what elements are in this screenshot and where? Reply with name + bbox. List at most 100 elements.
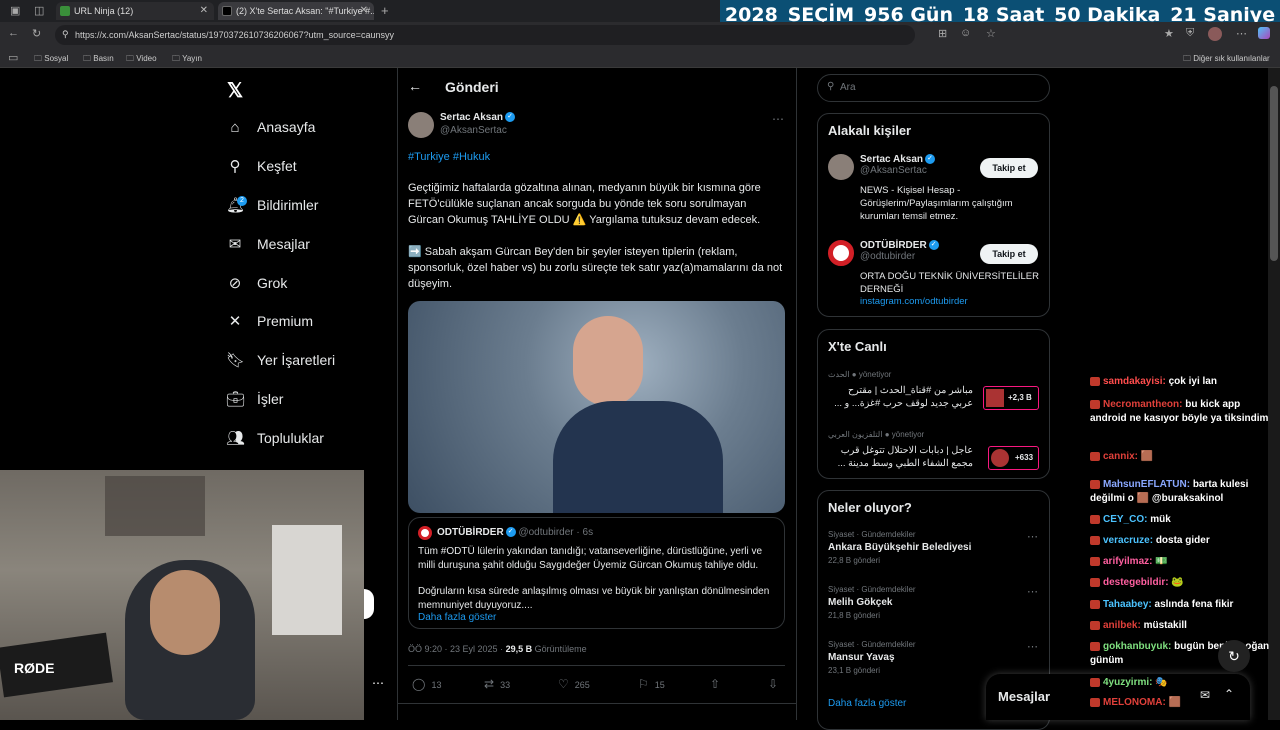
extension-icon[interactable]: ⊞ (938, 27, 947, 40)
tab-x-post[interactable]: (2) X'te Sertac Aksan: "#Turkiye #... ✕ (218, 2, 374, 20)
bookmark-folder-sosyal[interactable]: 🗀 Sosyal (34, 53, 68, 67)
trend-more-icon[interactable]: ⋯ (1027, 585, 1038, 598)
chat-username[interactable]: CEY_CO: (1103, 514, 1147, 525)
close-tab-icon[interactable]: ✕ (200, 5, 208, 16)
chat-username[interactable]: arifyilmaz: (1103, 556, 1152, 567)
bookmark-folder-yayin[interactable]: 🗀 Yayın (172, 53, 202, 67)
trend-more-icon[interactable]: ⋯ (1027, 640, 1038, 653)
chat-username[interactable]: MahsunEFLATUN: (1103, 479, 1190, 490)
chat-username[interactable]: Necromantheon: (1103, 399, 1182, 410)
more-menu-icon[interactable]: ⋯ (1236, 27, 1247, 40)
wall-frames (105, 476, 205, 536)
workspaces-icon[interactable]: ▣ (10, 4, 20, 17)
live-text-2[interactable]: عاجل | دبابات الاحتلال تتوغل قرب مجمع ال… (828, 444, 973, 470)
nav-jobs[interactable]: 💼︎ İşler (226, 387, 283, 411)
scrollbar-thumb[interactable] (1270, 86, 1278, 261)
sidebar-toggle[interactable] (364, 589, 374, 619)
other-bookmarks[interactable]: 🗀 Diğer sık kullanılanlar (1183, 53, 1270, 67)
bookmark-icon: ⚐ (638, 677, 649, 691)
url-field[interactable]: ⚲ https://x.com/AksanSertac/status/19703… (55, 25, 915, 45)
chat-username[interactable]: cannix: (1103, 451, 1138, 462)
nav-premium[interactable]: ✕ Premium (226, 309, 313, 333)
bookmark-folder-video[interactable]: 🗀 Video (126, 53, 157, 67)
chat-username[interactable]: 4yuzyirmi: (1103, 677, 1152, 688)
related-person-2[interactable]: ODTÜBİRDER ✓ @odtubirder (860, 240, 939, 262)
chat-username[interactable]: gokhanbuyuk: (1103, 641, 1171, 652)
bookmark-button[interactable]: ⚐ 15 (638, 677, 665, 691)
post-hashtags[interactable]: #Turkiye #Hukuk (408, 149, 490, 165)
follow-button[interactable]: Takip et (980, 244, 1038, 264)
nav-grok[interactable]: ⊘ Grok (226, 271, 288, 295)
chat-username[interactable]: samdakayisi: (1103, 376, 1166, 387)
trends-show-more[interactable]: Daha fazla göster (828, 698, 906, 709)
live-channel-1[interactable]: الحدث ● yönetiyor (828, 370, 891, 379)
trend-more-icon[interactable]: ⋯ (1027, 530, 1038, 543)
trend-item[interactable]: Siyaset · Gündemdekiler Ankara Büyükşehi… (828, 530, 1048, 565)
search-input[interactable]: ⚲ Ara (817, 74, 1050, 102)
search-icon: ⚲ (827, 81, 835, 92)
post-paragraph-1: Geçtiğimiz haftalarda gözaltına alınan, … (408, 182, 761, 226)
back-arrow-icon[interactable]: ← (408, 78, 422, 94)
related-avatar[interactable] (828, 240, 854, 266)
x-logo-icon[interactable]: 𝕏 (227, 78, 243, 103)
more-dots-icon[interactable]: ⋯ (372, 676, 384, 690)
download-button[interactable]: ⇩ (768, 677, 784, 691)
nav-home[interactable]: ⌂ Anasayfa (226, 115, 315, 139)
chat-username[interactable]: veracruze: (1103, 535, 1153, 546)
reader-icon[interactable]: ☺ (960, 27, 971, 39)
related-avatar[interactable] (828, 154, 854, 180)
live-count-2[interactable]: +633 (988, 446, 1039, 470)
chat-username[interactable]: anilbek: (1103, 620, 1141, 631)
profile-avatar[interactable] (1208, 27, 1222, 41)
chat-message: arifyilmaz: 💵 (1090, 555, 1270, 569)
related-link[interactable]: instagram.com/odtubirder (860, 296, 968, 307)
repost-button[interactable]: ⇄ 33 (484, 677, 510, 691)
trend-item[interactable]: Siyaset · Gündemdekiler Mansur Yavaş 23,… (828, 640, 1048, 675)
quoted-show-more[interactable]: Daha fazla göster (418, 612, 496, 623)
new-tab-icon[interactable]: + (381, 3, 389, 18)
briefcase-icon: 💼︎ (226, 391, 246, 408)
chat-message: veracruze: dosta gider (1090, 534, 1270, 548)
share-button[interactable]: ⇧ (710, 677, 726, 691)
live-text-1[interactable]: مباشر من #قناة_الحدث | مقترح عربي جديد ل… (828, 384, 973, 410)
divider (408, 665, 785, 666)
nav-messages[interactable]: ✉ Mesajlar (226, 232, 310, 256)
nav-communities[interactable]: 👥︎ Topluluklar (226, 426, 324, 450)
post-more-icon[interactable]: ⋯ (772, 112, 784, 126)
quoted-post[interactable]: ODTÜBİRDER ✓ @odtubirder · 6s Tüm #ODTÜ l… (408, 517, 785, 629)
chat-text: dosta gider (1155, 535, 1210, 546)
author-avatar[interactable] (408, 112, 434, 138)
favorites-icon[interactable]: ★ (1164, 27, 1174, 40)
refresh-icon[interactable]: ↻ (32, 27, 41, 40)
site-info-icon[interactable]: ⚲ (62, 29, 69, 40)
bookmark-folder-basin[interactable]: 🗀 Basın (83, 53, 114, 67)
chat-message: 4yuzyirmi: 🎭 (1090, 676, 1270, 690)
author-name: Sertac Aksan (440, 112, 503, 123)
nav-explore[interactable]: ⚲ Keşfet (226, 154, 297, 178)
copilot-icon[interactable] (1258, 27, 1270, 39)
tab-url-ninja[interactable]: URL Ninja (12) ✕ (56, 2, 214, 20)
author-block[interactable]: Sertac Aksan ✓ @AksanSertac (440, 112, 515, 136)
chat-username[interactable]: Tahaabey: (1103, 599, 1152, 610)
search-icon: ⚲ (229, 158, 241, 175)
live-channel-2[interactable]: التلفزيون العربي ● yönetiyor (828, 430, 924, 439)
follow-button[interactable]: Takip et (980, 158, 1038, 178)
refresh-chat-icon[interactable]: ↻ (1218, 640, 1250, 672)
post-image[interactable] (408, 301, 785, 513)
live-card: X'te Canlı الحدث ● yönetiyor مباشر من #ق… (817, 329, 1050, 479)
live-count-1[interactable]: +2,3 B (983, 386, 1039, 410)
shield-icon[interactable]: ⛨ (1186, 27, 1194, 40)
tab-actions-icon[interactable]: ◫ (34, 4, 44, 17)
chat-username[interactable]: destegebildir: (1103, 577, 1169, 588)
related-person-1[interactable]: Sertac Aksan ✓ @AksanSertac (860, 154, 935, 176)
chat-username[interactable]: MELONOMA: (1103, 697, 1166, 708)
reading-list-icon[interactable]: ▭ (8, 51, 18, 64)
trend-item[interactable]: Siyaset · Gündemdekiler Melih Gökçek 21,… (828, 585, 1048, 620)
like-button[interactable]: ♡ 265 (558, 677, 590, 691)
reply-button[interactable]: ◯ 13 (412, 677, 441, 691)
nav-notifications[interactable]: 🔔︎ 2 Bildirimler (226, 193, 318, 217)
close-tab-icon[interactable]: ✕ (360, 5, 368, 16)
back-arrow-icon[interactable]: ← (8, 27, 19, 39)
favorite-star-icon[interactable]: ☆ (986, 27, 996, 40)
nav-bookmarks[interactable]: 🔖︎ Yer İşaretleri (226, 348, 335, 372)
